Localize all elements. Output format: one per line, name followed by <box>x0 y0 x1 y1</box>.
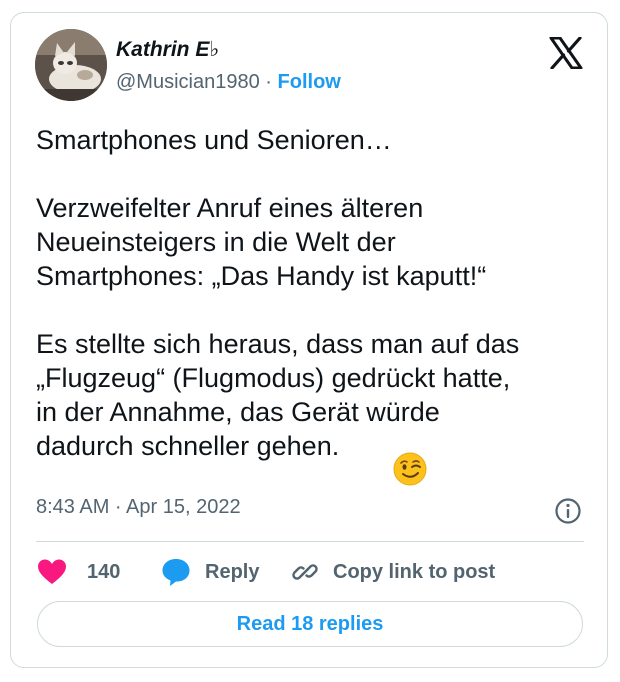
tweet-text: Smartphones und Senioren… Verzweifelter … <box>36 125 520 461</box>
reply-label: Reply <box>205 560 260 583</box>
link-icon <box>292 564 318 580</box>
tweet-card: Kathrin E♭ @Musician1980 · Follow Smartp… <box>10 12 608 668</box>
avatar[interactable] <box>35 29 107 101</box>
speech-bubble-icon <box>162 559 190 586</box>
separator-dot: · <box>265 71 272 93</box>
author-name[interactable]: Kathrin E♭ <box>116 37 219 62</box>
follow-button[interactable]: Follow <box>278 71 341 93</box>
cat-photo-icon <box>35 29 107 101</box>
author-handle[interactable]: @Musician1980 <box>116 71 260 93</box>
author-meta: @Musician1980 · Follow <box>116 71 341 94</box>
info-icon[interactable] <box>554 497 582 525</box>
like-button[interactable]: 140 <box>37 555 120 589</box>
copy-link-label: Copy link to post <box>333 560 496 583</box>
read-replies-label: Read 18 replies <box>236 612 384 635</box>
tweet-timestamp[interactable]: 8:43 AM · Apr 15, 2022 <box>36 496 241 519</box>
reply-button[interactable]: Reply <box>161 555 259 589</box>
read-replies-button[interactable]: Read 18 replies <box>37 601 583 647</box>
heart-icon <box>38 559 66 584</box>
x-logo-icon[interactable] <box>549 37 583 69</box>
like-count: 140 <box>87 560 121 583</box>
winking-face-emoji <box>393 452 427 486</box>
divider <box>36 541 584 542</box>
copy-link-button[interactable]: Copy link to post <box>291 555 495 589</box>
